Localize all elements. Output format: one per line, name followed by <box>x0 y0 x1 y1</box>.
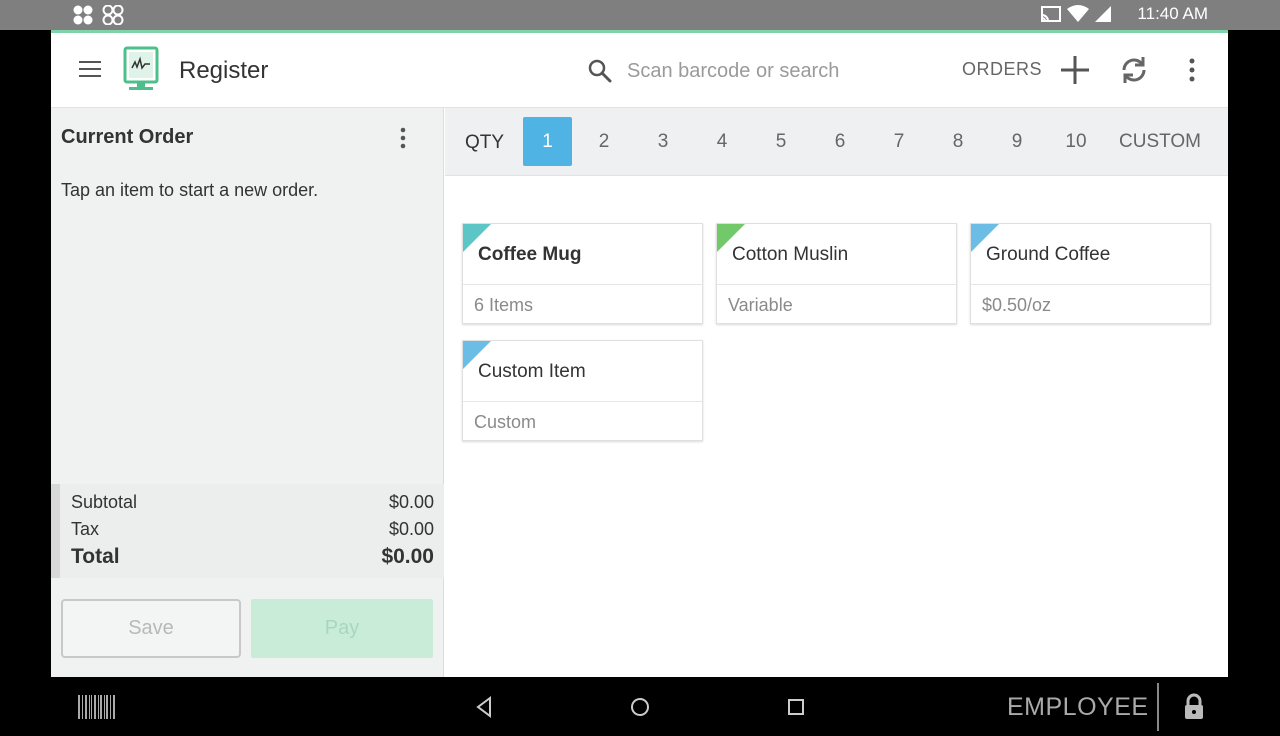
item-grid-panel: QTY 1 2 3 4 5 6 7 8 9 10 CUSTOM Coffee M… <box>445 108 1228 677</box>
wifi-icon <box>1067 5 1090 22</box>
subtotal-label: Subtotal <box>71 492 138 512</box>
signal-icon <box>1095 6 1112 22</box>
orders-button[interactable]: ORDERS <box>962 59 1042 80</box>
search-bar[interactable] <box>587 53 917 89</box>
item-tile-coffee-mug[interactable]: Coffee Mug 6 Items <box>462 223 703 324</box>
status-time: 11:40 AM <box>1137 4 1208 23</box>
order-totals: Subtotal $0.00 Tax $0.00 Total $0.00 <box>51 484 444 578</box>
total-row: Total $0.00 <box>71 545 434 569</box>
item-tile-ground-coffee[interactable]: Ground Coffee $0.50/oz <box>970 223 1211 324</box>
qty-option-3[interactable]: 3 <box>642 117 684 166</box>
qty-label: QTY <box>465 132 505 153</box>
qty-option-10[interactable]: 10 <box>1053 117 1099 166</box>
pay-button[interactable]: Pay <box>251 599 433 658</box>
item-detail: Variable <box>728 295 793 315</box>
tax-value: $0.00 <box>388 519 434 539</box>
home-icon[interactable] <box>626 693 654 721</box>
status-bar: 11:40 AM <box>0 0 1280 30</box>
clover-icon <box>102 5 124 25</box>
register-logo-icon <box>123 46 159 90</box>
item-name: Coffee Mug <box>478 244 582 265</box>
qty-option-1[interactable]: 1 <box>523 117 572 166</box>
tax-label: Tax <box>71 519 100 539</box>
quantity-bar: QTY 1 2 3 4 5 6 7 8 9 10 CUSTOM <box>445 108 1228 176</box>
search-input[interactable] <box>627 59 907 83</box>
save-button[interactable]: Save <box>61 599 241 658</box>
item-detail: 6 Items <box>474 295 534 315</box>
lock-icon[interactable] <box>1182 693 1206 721</box>
status-left-icons <box>72 5 124 25</box>
order-more-vert-icon[interactable] <box>395 126 411 150</box>
more-vert-icon[interactable] <box>1175 53 1209 87</box>
qty-option-8[interactable]: 8 <box>937 117 979 166</box>
page-title: Register <box>179 57 269 84</box>
barcode-icon[interactable] <box>78 695 116 719</box>
order-hint: Tap an item to start a new order. <box>61 180 319 200</box>
back-icon[interactable] <box>470 693 498 721</box>
qty-option-4[interactable]: 4 <box>701 117 743 166</box>
status-right-area: 11:40 AM <box>1041 4 1208 24</box>
add-icon[interactable] <box>1058 53 1092 87</box>
current-order-panel: Current Order Tap an item to start a new… <box>51 108 444 677</box>
employee-button[interactable]: EMPLOYEE <box>1007 693 1149 722</box>
search-icon <box>588 59 612 83</box>
top-app-bar: Register ORDERS <box>51 33 1228 108</box>
item-name: Ground Coffee <box>986 244 1111 265</box>
item-tile-cotton-muslin[interactable]: Cotton Muslin Variable <box>716 223 957 324</box>
qty-option-5[interactable]: 5 <box>760 117 802 166</box>
subtotal-value: $0.00 <box>388 492 434 512</box>
nav-divider <box>1157 683 1159 731</box>
total-value: $0.00 <box>381 545 434 568</box>
current-order-title: Current Order <box>61 126 194 148</box>
clover-icon <box>73 5 93 25</box>
register-app: Register ORDERS Current Order Tap an ite… <box>51 30 1228 677</box>
item-tile-custom-item[interactable]: Custom Item Custom <box>462 340 703 441</box>
recents-icon[interactable] <box>782 693 810 721</box>
item-name: Custom Item <box>478 361 586 382</box>
qty-option-2[interactable]: 2 <box>583 117 625 166</box>
qty-option-9[interactable]: 9 <box>996 117 1038 166</box>
item-name: Cotton Muslin <box>732 244 849 265</box>
system-nav-bar: EMPLOYEE <box>0 677 1280 736</box>
qty-option-custom[interactable]: CUSTOM <box>1115 117 1205 166</box>
subtotal-row: Subtotal $0.00 <box>71 492 434 513</box>
total-label: Total <box>71 545 120 568</box>
item-detail: Custom <box>474 412 537 432</box>
item-detail: $0.50/oz <box>982 295 1052 315</box>
sync-icon[interactable] <box>1117 53 1151 87</box>
cast-icon <box>1041 6 1062 22</box>
qty-option-7[interactable]: 7 <box>878 117 920 166</box>
menu-icon[interactable] <box>79 61 101 77</box>
qty-option-6[interactable]: 6 <box>819 117 861 166</box>
tax-row: Tax $0.00 <box>71 519 434 540</box>
